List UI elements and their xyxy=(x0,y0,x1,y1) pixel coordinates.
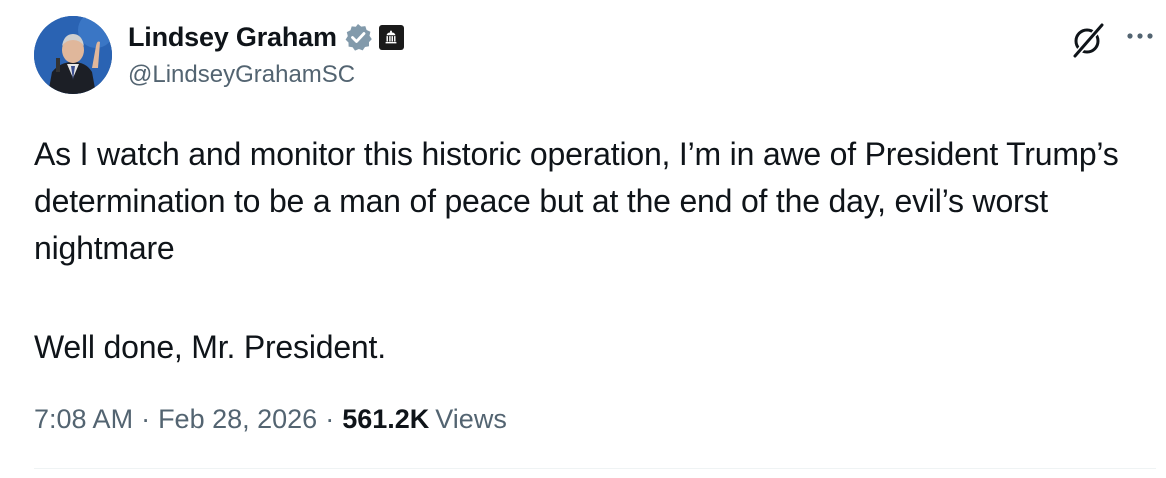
avatar[interactable] xyxy=(34,16,112,94)
tweet-paragraph: As I watch and monitor this historic ope… xyxy=(34,136,1119,266)
tweet-paragraph: Well done, Mr. President. xyxy=(34,329,386,365)
tweet-text: As I watch and monitor this historic ope… xyxy=(34,131,1144,371)
views-label[interactable]: Views xyxy=(435,404,507,435)
avatar-photo xyxy=(34,16,112,94)
tweet-card: Lindsey Graham @LindseyGrahamSC As I wat… xyxy=(0,0,1166,478)
author-handle[interactable]: @LindseyGrahamSC xyxy=(128,61,355,89)
more-options-icon[interactable] xyxy=(1124,24,1156,44)
tweet-date[interactable]: Feb 28, 2026 xyxy=(158,404,317,435)
verified-checkmark-icon[interactable] xyxy=(343,22,373,52)
views-count[interactable]: 561.2K xyxy=(342,404,429,435)
meta-separator: · xyxy=(325,404,335,434)
tweet-metadata: 7:08 AM · Feb 28, 2026 · 561.2K Views xyxy=(34,404,507,435)
divider xyxy=(34,468,1156,469)
tweet-time[interactable]: 7:08 AM xyxy=(34,404,133,435)
grok-icon[interactable] xyxy=(1068,20,1108,60)
author-display-name[interactable]: Lindsey Graham xyxy=(128,22,337,53)
author-name-row: Lindsey Graham xyxy=(128,18,404,56)
government-building-icon[interactable] xyxy=(378,24,404,50)
meta-separator: · xyxy=(141,404,151,434)
